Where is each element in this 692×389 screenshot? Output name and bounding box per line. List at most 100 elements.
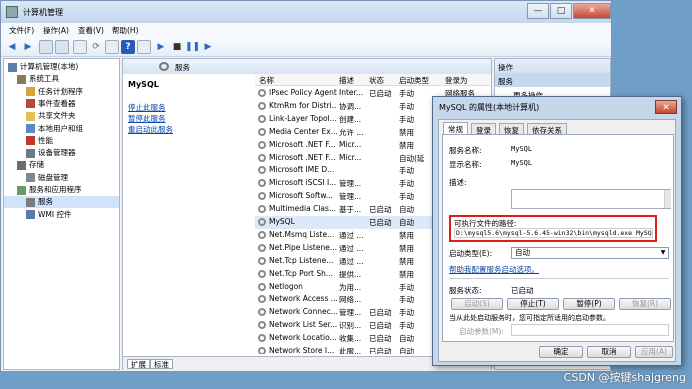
minimize-button[interactable]: —	[527, 3, 549, 19]
tree-item-label: 事件查看器	[38, 98, 76, 108]
close-button[interactable]: ✕	[573, 3, 611, 19]
table-cell: Network List Ser...	[269, 320, 337, 330]
col-description[interactable]: 描述	[339, 75, 354, 86]
tree-item-label: 计算机管理(本地)	[20, 62, 79, 71]
service-gear-icon	[258, 308, 266, 317]
service-status-value: 已启动	[511, 286, 534, 295]
menu-file[interactable]: 文件(F)	[9, 25, 34, 36]
table-cell: IPsec Policy Agent	[269, 88, 337, 97]
col-name[interactable]: 名称	[259, 75, 274, 86]
service-gear-icon	[258, 218, 266, 226]
menu-action[interactable]: 操作(A)	[43, 25, 69, 36]
properties-icon[interactable]	[73, 40, 87, 54]
tree-item[interactable]: 本地用户和组	[4, 123, 119, 135]
table-cell: 为用...	[339, 282, 362, 292]
tree-item[interactable]: 共享文件夹	[4, 110, 119, 122]
service-gear-icon	[258, 347, 266, 354]
tree-item[interactable]: 服务和应用程序	[4, 184, 119, 196]
help-icon[interactable]: ?	[121, 40, 135, 54]
description-scrollbar[interactable]	[664, 190, 671, 208]
tab-extended[interactable]: 扩展	[127, 359, 150, 369]
export-icon[interactable]	[105, 40, 119, 54]
tree-item[interactable]: 系统工具	[4, 73, 119, 85]
tree-item[interactable]: 磁盘管理	[4, 172, 119, 184]
computer-icon	[8, 62, 17, 72]
cancel-button[interactable]: 取消	[587, 346, 631, 358]
menu-view[interactable]: 查看(V)	[78, 25, 104, 36]
refresh-icon[interactable]: ⟳	[89, 40, 103, 54]
table-cell: 通过 ...	[339, 243, 364, 253]
col-status[interactable]: 状态	[369, 75, 384, 86]
tree-item[interactable]: 服务	[4, 196, 119, 209]
tools-icon	[17, 74, 26, 84]
tree-item[interactable]: 任务计划程序	[4, 86, 119, 98]
resume-button[interactable]: 恢复(R)	[619, 298, 671, 310]
table-cell: 已启动	[369, 89, 392, 98]
ok-button[interactable]: 确定	[539, 346, 583, 358]
pause-service-icon[interactable]: ❚❚	[185, 40, 200, 54]
restart-service-link[interactable]: 重启动此服务	[128, 124, 173, 135]
service-gear-icon	[258, 295, 266, 304]
stop-service-link[interactable]: 停止此服务	[128, 102, 166, 113]
tree-item[interactable]: 计算机管理(本地)	[4, 61, 119, 73]
wmi-icon	[26, 210, 35, 220]
table-cell: Microsoft iSCSI I...	[269, 178, 337, 188]
back-icon[interactable]: ◀	[5, 40, 19, 54]
table-cell: 管理...	[339, 308, 362, 318]
start-button[interactable]: 启动(S)	[451, 298, 503, 310]
table-cell: Multimedia Clas...	[269, 204, 337, 214]
tab-standard[interactable]: 标准	[150, 359, 173, 369]
clock-icon	[26, 87, 35, 97]
restart-service-icon[interactable]: ▶	[201, 40, 215, 54]
start-params-hint: 当从此处启动服务时，您可指定所适用的启动参数。	[449, 314, 610, 322]
actions-services-section[interactable]: 服务	[495, 73, 610, 87]
col-startup-type[interactable]: 启动类型	[399, 75, 429, 86]
display-name-value: MySQL	[511, 159, 533, 167]
table-cell: 已启动	[369, 205, 392, 215]
tree-item-label: 任务计划程序	[38, 86, 83, 96]
service-gear-icon	[258, 140, 266, 149]
tree-item[interactable]: 事件查看器	[4, 98, 119, 110]
display-name-label: 显示名称:	[449, 160, 482, 169]
tree-item[interactable]: 存储	[4, 159, 119, 171]
table-cell: 管理...	[339, 179, 362, 189]
table-cell: Network Store I...	[269, 346, 335, 354]
maximize-button[interactable]: □	[550, 3, 572, 19]
table-cell: 提供...	[339, 269, 362, 279]
computer-management-icon	[6, 6, 18, 18]
executable-path-field[interactable]: D:\mysql5.6\mysql-5.6.45-win32\bin\mysql…	[454, 228, 653, 238]
dialog-close-button[interactable]: ✕	[655, 100, 677, 114]
startup-type-select[interactable]: 自动 ▼	[511, 247, 669, 259]
forward-icon[interactable]: ▶	[21, 40, 35, 54]
pause-service-link[interactable]: 暂停此服务	[128, 113, 166, 124]
menu-help[interactable]: 帮助(H)	[112, 25, 139, 36]
tree-item[interactable]: WMI 控件	[4, 209, 119, 221]
pause-button[interactable]: 暂停(P)	[563, 298, 615, 310]
start-service-icon[interactable]: ▶	[154, 40, 168, 54]
tree-item[interactable]: 设备管理器	[4, 147, 119, 159]
stop-service-icon[interactable]: ■	[170, 40, 184, 54]
tree-item-label: 服务和应用程序	[29, 185, 82, 194]
start-params-input[interactable]	[511, 324, 669, 336]
show-hide-tree-icon[interactable]	[55, 40, 69, 54]
general-tab-panel: 服务名称: MySQL 显示名称: MySQL 描述: 可执行文件的路径: D:…	[442, 134, 674, 342]
view-icon[interactable]	[137, 40, 151, 54]
table-cell: 已启动	[369, 308, 392, 318]
apps-icon	[17, 185, 26, 195]
table-cell: MySQL	[269, 217, 295, 226]
table-cell: 已启动	[369, 218, 392, 227]
tree-item-label: 本地用户和组	[38, 123, 83, 133]
up-folder-icon[interactable]	[39, 40, 53, 54]
service-gear-icon	[258, 205, 266, 214]
title-bar: 计算机管理 — □ ✕	[1, 1, 611, 23]
description-box[interactable]	[511, 189, 671, 209]
service-gear-icon	[258, 114, 266, 123]
table-cell: 识别...	[339, 321, 362, 331]
apply-button[interactable]: 应用(A)	[635, 346, 673, 358]
tree-item[interactable]: 性能	[4, 135, 119, 147]
stop-button[interactable]: 停止(T)	[507, 298, 559, 310]
watermark: CSDN @按键shajgreng	[563, 371, 686, 384]
startup-help-link[interactable]: 帮助我配置服务启动选项。	[449, 264, 539, 275]
col-logon-as[interactable]: 登录为	[445, 75, 468, 86]
service-gear-icon	[258, 192, 266, 201]
